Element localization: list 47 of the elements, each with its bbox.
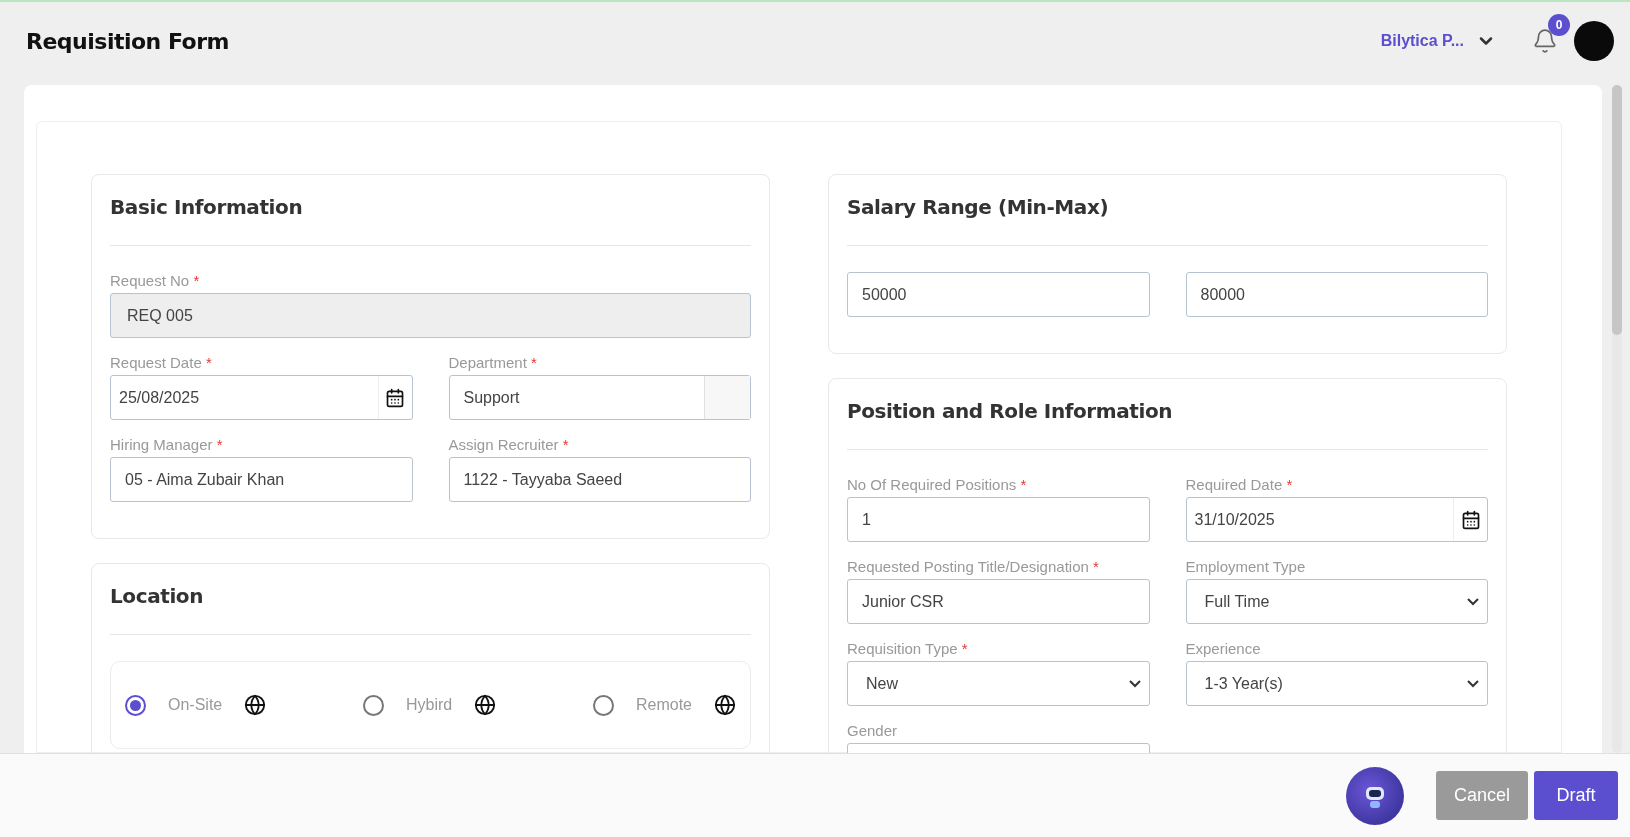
field-label: Requested Posting Title/Designation * [847, 558, 1100, 575]
field-label: Request No * [110, 272, 201, 289]
scrollbar[interactable] [1612, 85, 1622, 753]
field-label: Experience [1185, 640, 1262, 657]
calendar-icon [1460, 509, 1481, 530]
draft-button[interactable]: Draft [1534, 771, 1618, 820]
date-field[interactable]: 31/10/2025 [1185, 497, 1488, 542]
bell-icon[interactable] [1532, 28, 1558, 54]
field-label: No Of Required Positions * [847, 476, 1028, 493]
radio-button[interactable] [592, 694, 614, 716]
input-field[interactable]: 50000 [847, 272, 1150, 317]
input-field[interactable]: 05 - Aima Zubair Khan [110, 457, 413, 502]
field-label: Assign Recruiter * [448, 436, 570, 453]
input-field[interactable]: Support [448, 375, 751, 420]
input-field[interactable]: Junior CSR [847, 579, 1150, 624]
date-field[interactable]: 25/08/2025 [110, 375, 413, 420]
globe-icon [714, 694, 736, 716]
globe-icon [244, 694, 267, 716]
field-label: Gender [847, 722, 899, 739]
input-field[interactable]: 1122 - Tayyaba Saeed [448, 457, 751, 502]
section-title: Salary Range (Min-Max) [847, 195, 1488, 246]
chevron-icon [1128, 679, 1141, 688]
section-title: Location [110, 584, 751, 635]
field-label: Hiring Manager * [110, 436, 224, 453]
avatar[interactable] [1574, 21, 1614, 61]
input-field[interactable]: 80000 [1185, 272, 1488, 317]
input-field[interactable]: 1 [847, 497, 1150, 542]
page-title: Requisition Form [26, 28, 230, 54]
globe-icon [474, 694, 497, 716]
radio-button[interactable] [125, 694, 146, 716]
chevron-icon [1467, 597, 1479, 606]
section-title: Basic Information [110, 195, 751, 246]
section-title: Position and Role Information [847, 399, 1488, 450]
field-label: Employment Type [1185, 558, 1307, 575]
field-label: Request Date * [110, 354, 213, 371]
calendar-icon [385, 387, 405, 408]
chevron-icon [1467, 679, 1479, 688]
company-name[interactable]: Bilytica P... [1380, 32, 1464, 50]
radio-button[interactable] [363, 694, 384, 716]
notification-badge: 0 [1548, 14, 1570, 36]
field-label: Department * [448, 354, 538, 371]
select-field[interactable]: Full Time [1185, 579, 1488, 624]
input-field[interactable]: REQ 005 [110, 293, 751, 338]
field-label: Requisition Type * [847, 640, 969, 657]
select-field[interactable]: 1-3 Year(s) [1185, 661, 1488, 706]
field-label: Required Date * [1185, 476, 1294, 493]
select-field[interactable]: New [847, 661, 1150, 706]
